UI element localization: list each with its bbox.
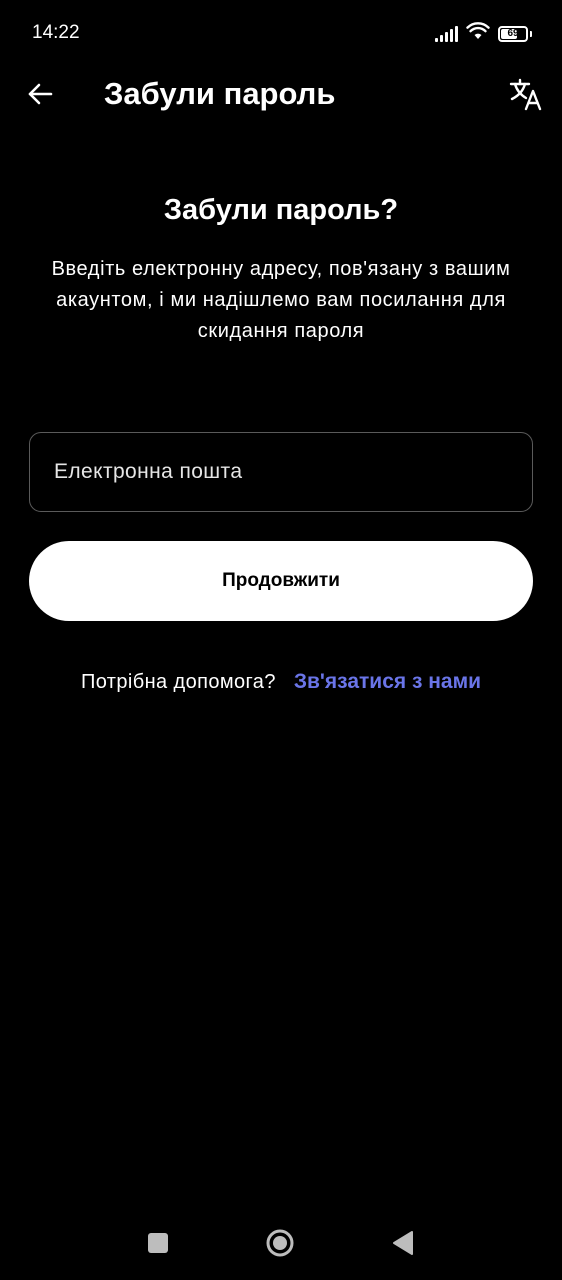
header-title: Забули пароль [104,76,336,111]
signal-icon [435,25,458,42]
wifi-icon [466,22,490,45]
arrow-left-icon [26,80,54,113]
email-field[interactable] [52,459,510,485]
home-button[interactable] [265,1228,295,1263]
page-title: Забули пароль? [163,194,399,226]
translate-icon [509,77,543,116]
status-bar: 14:22 69 [0,0,562,66]
contact-us-link[interactable]: Зв'язатися з нами [294,670,481,694]
system-back-button[interactable] [388,1230,418,1260]
status-icons: 69 [435,22,532,45]
battery-icon: 69 [498,25,528,42]
status-time: 14:22 [32,22,80,43]
recents-button[interactable] [143,1230,173,1260]
app-header: Забули пароль [0,66,562,124]
recents-square-icon [147,1232,169,1259]
continue-button[interactable]: Продовжити [29,541,533,621]
back-triangle-icon [391,1230,415,1261]
system-nav-bar [0,1210,562,1280]
home-circle-icon [265,1228,295,1263]
help-row: Потрібна допомога? Зв'язатися з нами [0,670,562,694]
page-description: Введіть електронну адресу, пов'язану з в… [51,258,511,342]
battery-level: 69 [507,27,519,39]
email-field-container[interactable] [29,432,533,512]
translate-button[interactable] [506,76,546,116]
back-button[interactable] [22,78,58,114]
help-text: Потрібна допомога? [80,670,276,693]
battery-tip [530,30,532,37]
